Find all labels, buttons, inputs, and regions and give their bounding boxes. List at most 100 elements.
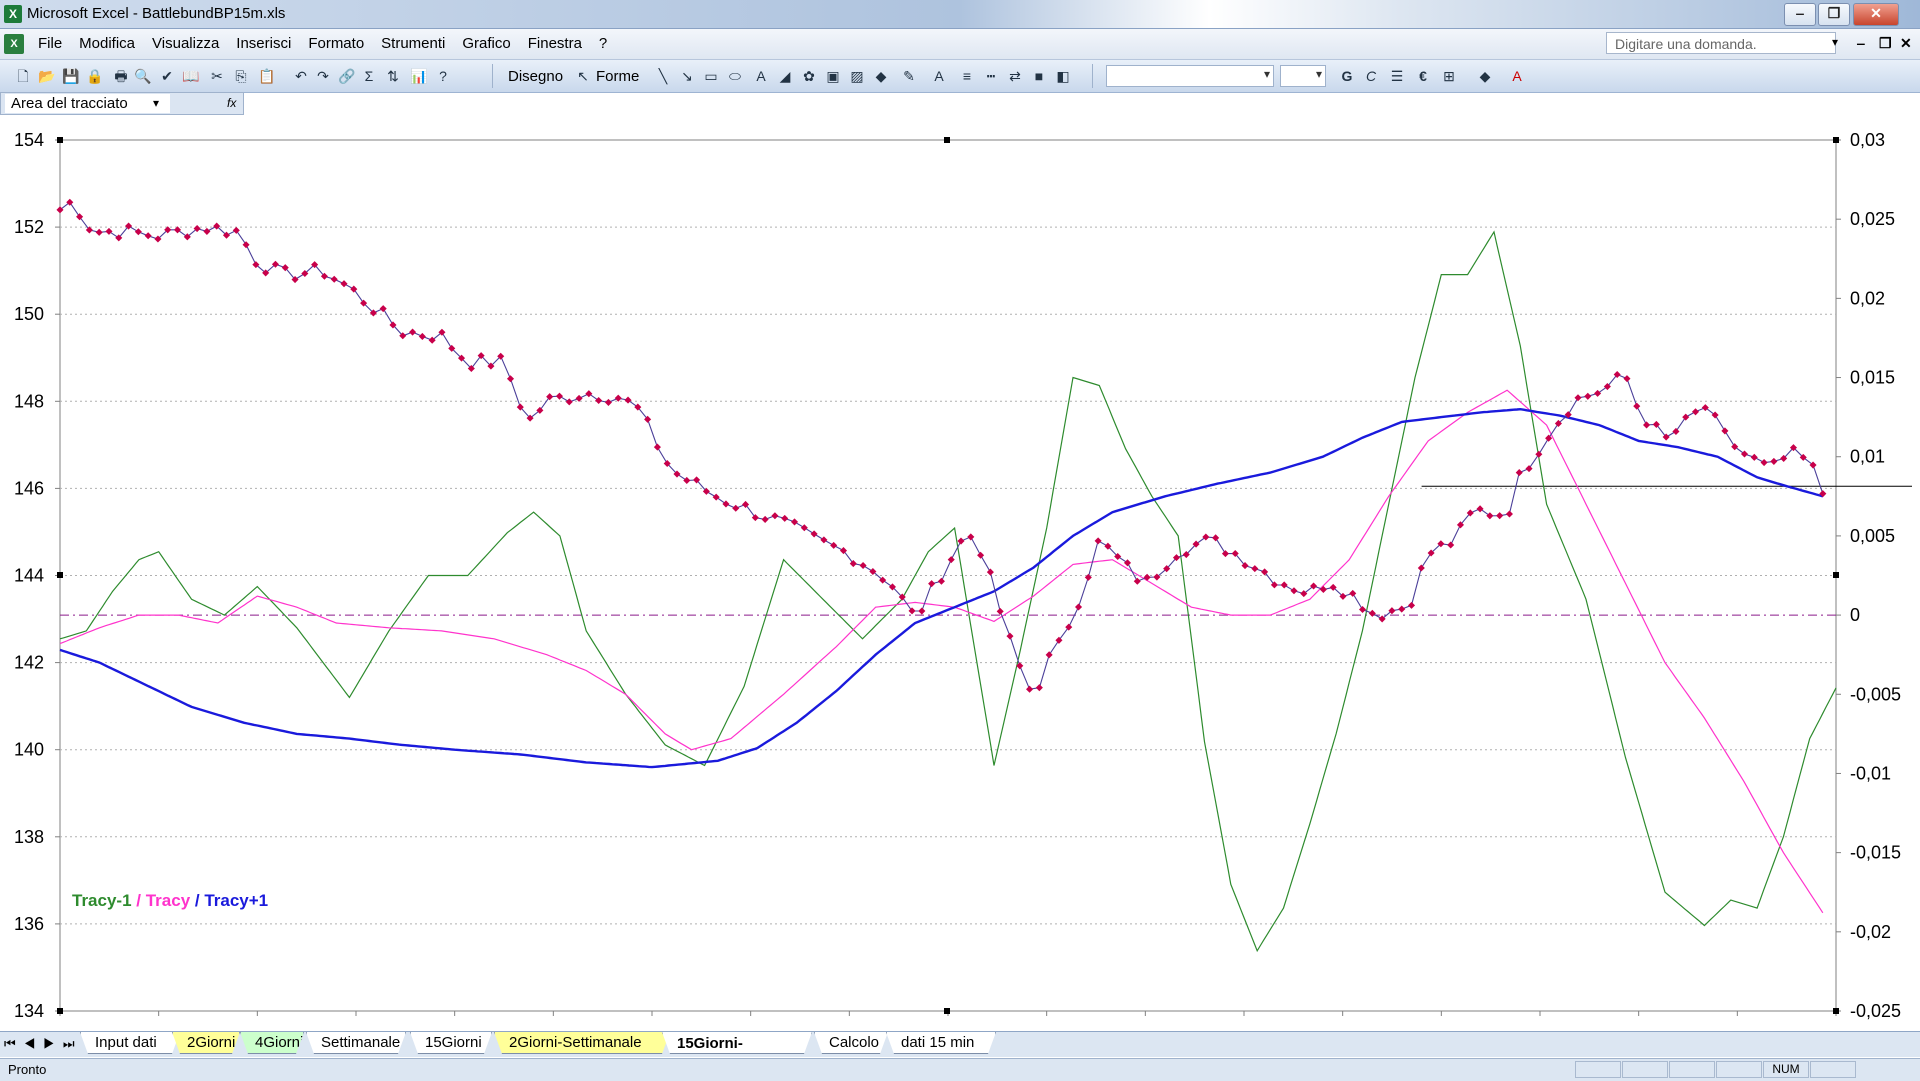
fill-color-icon[interactable]: ◆ — [872, 67, 890, 85]
font-size-combo[interactable] — [1280, 65, 1326, 87]
workbook-icon[interactable]: X — [4, 34, 24, 54]
menu-inserisci[interactable]: Inserisci — [236, 35, 291, 52]
permission-icon[interactable]: 🔒 — [86, 67, 104, 85]
diagram-icon[interactable]: ✿ — [800, 67, 818, 85]
toolbar: 🗋 📂 💾 🔒 🖶 🔍 ✔ 📖 ✂ ⎘ 📋 ↶ ↷ 🔗 Σ ⇅ 📊 ? Dise… — [0, 60, 1920, 93]
sheet-tab[interactable]: Settimanale — [306, 1032, 406, 1054]
doc-close-icon[interactable]: ✕ — [1900, 35, 1912, 52]
cut-icon[interactable]: ✂ — [208, 67, 226, 85]
chart[interactable]: 154152150148146144142140138136134 0,030,… — [0, 116, 1920, 1030]
oval-icon[interactable]: ⬭ — [726, 67, 744, 85]
tab-scroll-icons[interactable]: ⏮◀▶⏭ — [4, 1036, 83, 1052]
arrow-style-icon[interactable]: ⇄ — [1006, 67, 1024, 85]
print-icon[interactable]: 🖶 — [112, 67, 130, 85]
ask-question-box[interactable]: Digitare una domanda. — [1606, 32, 1836, 54]
menu-modifica[interactable]: Modifica — [79, 35, 135, 52]
hyperlink-icon[interactable]: 🔗 — [338, 67, 356, 85]
left-tick-label: 154 — [14, 130, 44, 150]
paste-icon[interactable]: 📋 — [258, 67, 276, 85]
menu-list: File Modifica Visualizza Inserisci Forma… — [38, 35, 624, 52]
print-preview-icon[interactable]: 🔍 — [134, 67, 152, 85]
left-tick-label: 142 — [14, 653, 44, 673]
dash-style-icon[interactable]: ┅ — [982, 67, 1000, 85]
right-tick-label: -0,015 — [1850, 843, 1901, 863]
left-tick-label: 152 — [14, 217, 44, 237]
sort-icon[interactable]: ⇅ — [384, 67, 402, 85]
left-tick-label: 144 — [14, 566, 44, 586]
restore-button[interactable]: ❐ — [1818, 3, 1850, 26]
3d-icon[interactable]: ◧ — [1054, 67, 1072, 85]
select-objects-icon[interactable]: ↖ — [574, 67, 592, 85]
textbox-icon[interactable]: A — [752, 67, 770, 85]
menu-visualizza[interactable]: Visualizza — [152, 35, 219, 52]
menu-help[interactable]: ? — [599, 35, 607, 52]
bold-icon[interactable]: G — [1338, 67, 1356, 85]
sheet-tab[interactable]: 4Giorni — [240, 1032, 304, 1054]
autoshapes-menu[interactable]: Forme — [596, 68, 639, 85]
borders-icon[interactable]: ⊞ — [1440, 67, 1458, 85]
font-color-icon[interactable]: A — [930, 67, 948, 85]
format-selection-icon[interactable]: fx — [227, 96, 236, 110]
euro-icon[interactable]: € — [1414, 67, 1432, 85]
picture-icon[interactable]: ▨ — [848, 67, 866, 85]
menu-grafico[interactable]: Grafico — [462, 35, 510, 52]
excel-app-icon[interactable]: X — [4, 5, 22, 23]
copy-icon[interactable]: ⎘ — [232, 67, 250, 85]
sheet-tab[interactable]: dati 15 min — [886, 1032, 996, 1054]
legend[interactable]: Tracy-1 / Tracy / Tracy+1 — [72, 891, 268, 910]
sheet-tab[interactable]: Calcolo — [814, 1032, 888, 1054]
wordart-icon[interactable]: ◢ — [776, 67, 794, 85]
toolbar-separator — [492, 64, 493, 88]
left-tick-label: 150 — [14, 304, 44, 324]
new-icon[interactable]: 🗋 — [14, 67, 32, 85]
chevron-down-icon[interactable]: ▾ — [153, 96, 159, 110]
doc-minimize-icon[interactable]: ‒ — [1857, 35, 1865, 51]
status-bar: Pronto NUM — [0, 1058, 1920, 1081]
sheet-tab[interactable]: 15Giorni — [410, 1032, 492, 1054]
right-tick-label: 0,015 — [1850, 368, 1895, 388]
italic-icon[interactable]: C — [1362, 67, 1380, 85]
close-button[interactable]: ✕ — [1853, 3, 1899, 26]
sheet-tab[interactable]: Input dati — [80, 1032, 180, 1054]
spelling-icon[interactable]: ✔ — [158, 67, 176, 85]
help-icon[interactable]: ? — [434, 67, 452, 85]
right-tick-label: 0 — [1850, 605, 1860, 625]
redo-icon[interactable]: ↷ — [314, 67, 332, 85]
menu-bar: X File Modifica Visualizza Inserisci For… — [0, 29, 1920, 60]
doc-restore-icon[interactable]: ❐ — [1879, 35, 1892, 52]
left-tick-label: 146 — [14, 478, 44, 498]
rectangle-icon[interactable]: ▭ — [702, 67, 720, 85]
menu-file[interactable]: File — [38, 35, 62, 52]
save-icon[interactable]: 💾 — [62, 67, 80, 85]
cell-fill-icon[interactable]: ◆ — [1476, 67, 1494, 85]
chart-wizard-icon[interactable]: 📊 — [410, 67, 428, 85]
sheet-tab[interactable]: 15Giorni-4Giornmi — [662, 1032, 812, 1054]
clipart-icon[interactable]: ▣ — [824, 67, 842, 85]
minimize-button[interactable]: ‒ — [1784, 3, 1816, 26]
ask-dropdown-icon[interactable]: ▾ — [1832, 35, 1838, 49]
line-style-icon[interactable]: ≡ — [958, 67, 976, 85]
open-icon[interactable]: 📂 — [38, 67, 56, 85]
left-axis: 154 152 150 148 146 144 142 140 138 136 134 — [14, 130, 60, 1021]
undo-icon[interactable]: ↶ — [292, 67, 310, 85]
chart-element-select[interactable]: Area del tracciato — [5, 94, 170, 113]
status-cell — [1716, 1061, 1762, 1078]
cell-font-color-icon[interactable]: A — [1508, 67, 1526, 85]
shadow-icon[interactable]: ■ — [1030, 67, 1048, 85]
drawing-menu[interactable]: Disegno — [508, 68, 563, 85]
line-color-icon[interactable]: ✎ — [900, 67, 918, 85]
sheet-tab[interactable]: 2Giorni-Settimanale — [494, 1032, 670, 1054]
right-tick-label: 0,01 — [1850, 447, 1885, 467]
menu-finestra[interactable]: Finestra — [528, 35, 582, 52]
autosum-icon[interactable]: Σ — [360, 67, 378, 85]
align-icon[interactable]: ☰ — [1388, 67, 1406, 85]
sheet-tabs-bar: ⏮◀▶⏭ Input dati 2Giorni 4Giorni Settimanale… — [0, 1031, 1920, 1057]
sheet-tab[interactable]: 2Giorni — [172, 1032, 240, 1054]
research-icon[interactable]: 📖 — [182, 67, 200, 85]
left-tick-label: 148 — [14, 391, 44, 411]
font-name-combo[interactable] — [1106, 65, 1274, 87]
menu-strumenti[interactable]: Strumenti — [381, 35, 445, 52]
menu-formato[interactable]: Formato — [308, 35, 364, 52]
line-icon[interactable]: ╲ — [654, 67, 672, 85]
arrow-icon[interactable]: ↘ — [678, 67, 696, 85]
